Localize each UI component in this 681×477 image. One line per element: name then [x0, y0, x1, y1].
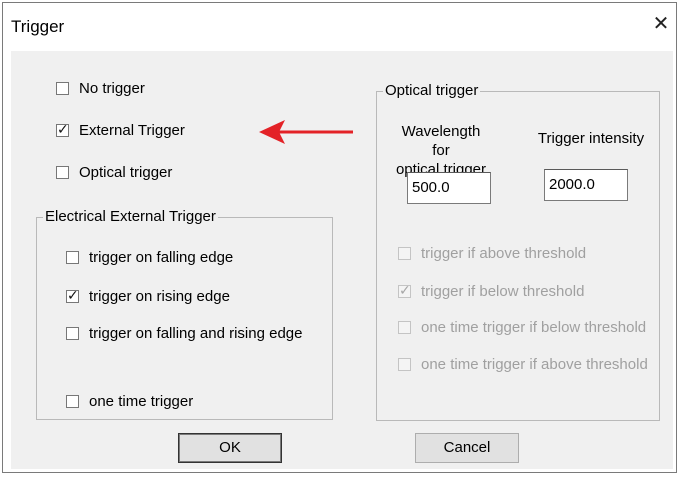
- checkbox-label: one time trigger if above threshold: [421, 356, 648, 373]
- trigger-below-threshold-checkbox[interactable]: trigger if below threshold: [398, 282, 585, 300]
- checkbox-label: trigger on falling edge: [89, 249, 234, 266]
- title-bar: Trigger ✕: [3, 3, 676, 51]
- electrical-external-trigger-group: Electrical External Trigger trigger on f…: [36, 208, 333, 420]
- cancel-button[interactable]: Cancel: [415, 433, 519, 463]
- arrow-left-icon: [259, 120, 353, 144]
- close-icon[interactable]: ✕: [646, 9, 676, 39]
- checkbox-label: trigger if above threshold: [421, 245, 587, 262]
- checkbox-box[interactable]: [398, 321, 411, 334]
- checkbox-box[interactable]: [66, 251, 79, 264]
- checkbox-label: one time trigger: [89, 393, 194, 410]
- checkbox-label: Optical trigger: [79, 164, 173, 181]
- checkbox-box[interactable]: [398, 282, 411, 299]
- trigger-intensity-label: Trigger intensity: [537, 130, 645, 147]
- checkbox-box[interactable]: [56, 121, 69, 138]
- trigger-falling-rising-edge-checkbox[interactable]: trigger on falling and rising edge: [66, 325, 302, 342]
- checkbox-box[interactable]: [66, 327, 79, 340]
- checkbox-box[interactable]: [398, 247, 411, 260]
- group-title: Electrical External Trigger: [43, 208, 218, 225]
- checkbox-label: trigger on falling and rising edge: [89, 325, 303, 342]
- trigger-rising-edge-checkbox[interactable]: trigger on rising edge: [66, 287, 230, 305]
- checkbox-label: trigger on rising edge: [89, 288, 230, 305]
- optical-trigger-checkbox[interactable]: Optical trigger: [56, 164, 172, 181]
- external-trigger-checkbox[interactable]: External Trigger: [56, 121, 185, 139]
- trigger-falling-edge-checkbox[interactable]: trigger on falling edge: [66, 249, 233, 266]
- one-time-trigger-checkbox[interactable]: one time trigger: [66, 393, 193, 410]
- trigger-intensity-input[interactable]: 2000.0: [544, 169, 628, 201]
- group-title: Optical trigger: [383, 82, 481, 99]
- one-time-trigger-below-threshold-checkbox[interactable]: one time trigger if below threshold: [398, 319, 646, 336]
- checkbox-box[interactable]: [66, 395, 79, 408]
- trigger-above-threshold-checkbox[interactable]: trigger if above threshold: [398, 245, 586, 262]
- no-trigger-checkbox[interactable]: No trigger: [56, 80, 145, 97]
- checkbox-box[interactable]: [66, 287, 79, 304]
- trigger-dialog: Trigger ✕ No trigger External Trigger Op…: [2, 2, 677, 473]
- checkbox-box[interactable]: [56, 166, 69, 179]
- checkbox-label: No trigger: [79, 80, 145, 97]
- dialog-title: Trigger: [11, 17, 65, 36]
- one-time-trigger-above-threshold-checkbox[interactable]: one time trigger if above threshold: [398, 356, 648, 373]
- checkbox-box[interactable]: [56, 82, 69, 95]
- checkbox-label: trigger if below threshold: [421, 283, 585, 300]
- checkbox-label: one time trigger if below threshold: [421, 319, 647, 336]
- dialog-body: No trigger External Trigger Optical trig…: [11, 51, 673, 469]
- wavelength-input[interactable]: 500.0: [407, 172, 491, 204]
- wavelength-label: Wavelength for optical trigger: [395, 123, 487, 178]
- checkbox-box[interactable]: [398, 358, 411, 371]
- optical-trigger-group: Optical trigger Wavelength for optical t…: [376, 82, 660, 421]
- checkbox-label: External Trigger: [79, 122, 185, 139]
- ok-button[interactable]: OK: [178, 433, 282, 463]
